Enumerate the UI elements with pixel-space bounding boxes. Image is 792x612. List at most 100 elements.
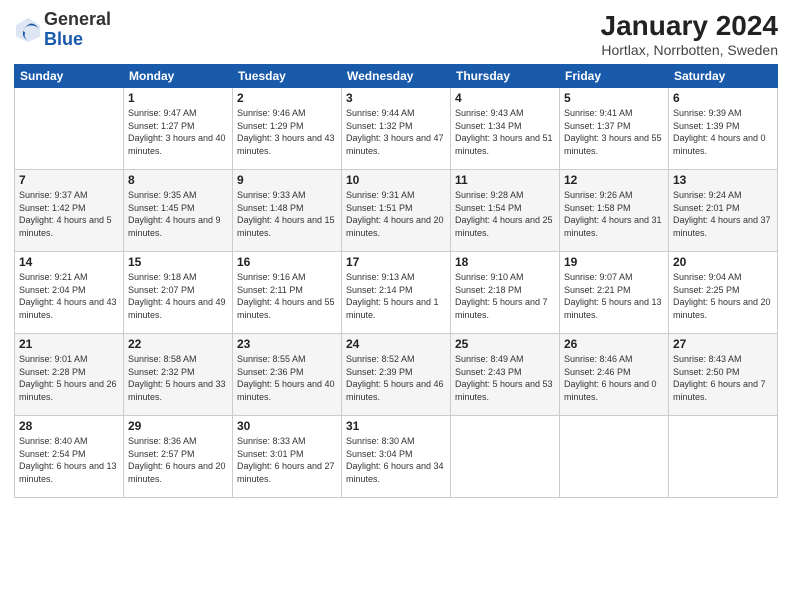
day-info: Sunrise: 9:43 AM Sunset: 1:34 PM Dayligh… (455, 107, 555, 157)
calendar-cell: 14 Sunrise: 9:21 AM Sunset: 2:04 PM Dayli… (15, 252, 124, 334)
header-monday: Monday (124, 65, 233, 88)
calendar-cell (451, 416, 560, 498)
calendar-cell: 3 Sunrise: 9:44 AM Sunset: 1:32 PM Daylig… (342, 88, 451, 170)
day-number: 3 (346, 91, 446, 105)
day-info: Sunrise: 8:33 AM Sunset: 3:01 PM Dayligh… (237, 435, 337, 485)
day-number: 4 (455, 91, 555, 105)
calendar-cell: 8 Sunrise: 9:35 AM Sunset: 1:45 PM Daylig… (124, 170, 233, 252)
calendar-cell: 20 Sunrise: 9:04 AM Sunset: 2:25 PM Dayli… (669, 252, 778, 334)
day-number: 6 (673, 91, 773, 105)
day-number: 24 (346, 337, 446, 351)
logo-text: General Blue (44, 10, 111, 50)
day-number: 1 (128, 91, 228, 105)
calendar-cell: 11 Sunrise: 9:28 AM Sunset: 1:54 PM Dayli… (451, 170, 560, 252)
calendar-cell: 18Sunrise: 9:10 AM Sunset: 2:18 PM Dayli… (451, 252, 560, 334)
calendar-cell: 12Sunrise: 9:26 AM Sunset: 1:58 PM Dayli… (560, 170, 669, 252)
day-number: 14 (19, 255, 119, 269)
header-wednesday: Wednesday (342, 65, 451, 88)
day-info: Sunrise: 9:01 AM Sunset: 2:28 PM Dayligh… (19, 353, 119, 403)
calendar-cell: 27 Sunrise: 8:43 AM Sunset: 2:50 PM Dayli… (669, 334, 778, 416)
day-number: 9 (237, 173, 337, 187)
logo-icon (14, 16, 42, 44)
day-info: Sunrise: 9:07 AM Sunset: 2:21 PM Dayligh… (564, 271, 664, 321)
day-number: 27 (673, 337, 773, 351)
day-info: Sunrise: 8:52 AM Sunset: 2:39 PM Dayligh… (346, 353, 446, 403)
calendar-cell: 25Sunrise: 8:49 AM Sunset: 2:43 PM Dayli… (451, 334, 560, 416)
calendar-cell: 10Sunrise: 9:31 AM Sunset: 1:51 PM Dayli… (342, 170, 451, 252)
day-info: Sunrise: 9:16 AM Sunset: 2:11 PM Dayligh… (237, 271, 337, 321)
calendar-cell: 21Sunrise: 9:01 AM Sunset: 2:28 PM Dayli… (15, 334, 124, 416)
logo-blue: Blue (44, 30, 111, 50)
week-row-4: 21Sunrise: 9:01 AM Sunset: 2:28 PM Dayli… (15, 334, 778, 416)
header: General Blue January 2024 Hortlax, Norrb… (14, 10, 778, 58)
calendar-cell: 9Sunrise: 9:33 AM Sunset: 1:48 PM Daylig… (233, 170, 342, 252)
calendar-cell (15, 88, 124, 170)
day-info: Sunrise: 9:24 AM Sunset: 2:01 PM Dayligh… (673, 189, 773, 239)
day-number: 16 (237, 255, 337, 269)
day-number: 31 (346, 419, 446, 433)
day-number: 10 (346, 173, 446, 187)
calendar-cell: 6 Sunrise: 9:39 AM Sunset: 1:39 PM Daylig… (669, 88, 778, 170)
day-number: 29 (128, 419, 228, 433)
calendar-cell: 29 Sunrise: 8:36 AM Sunset: 2:57 PM Dayli… (124, 416, 233, 498)
week-row-5: 28 Sunrise: 8:40 AM Sunset: 2:54 PM Dayli… (15, 416, 778, 498)
calendar-cell (669, 416, 778, 498)
day-number: 17 (346, 255, 446, 269)
calendar-cell: 23 Sunrise: 8:55 AM Sunset: 2:36 PM Dayli… (233, 334, 342, 416)
day-info: Sunrise: 8:36 AM Sunset: 2:57 PM Dayligh… (128, 435, 228, 485)
day-info: Sunrise: 9:37 AM Sunset: 1:42 PM Dayligh… (19, 189, 119, 239)
day-number: 20 (673, 255, 773, 269)
calendar-cell (560, 416, 669, 498)
day-number: 23 (237, 337, 337, 351)
day-number: 8 (128, 173, 228, 187)
day-info: Sunrise: 8:43 AM Sunset: 2:50 PM Dayligh… (673, 353, 773, 403)
day-number: 7 (19, 173, 119, 187)
day-info: Sunrise: 9:28 AM Sunset: 1:54 PM Dayligh… (455, 189, 555, 239)
calendar-cell: 1 Sunrise: 9:47 AM Sunset: 1:27 PM Daylig… (124, 88, 233, 170)
calendar-table: Sunday Monday Tuesday Wednesday Thursday… (14, 64, 778, 498)
day-info: Sunrise: 8:55 AM Sunset: 2:36 PM Dayligh… (237, 353, 337, 403)
calendar-cell: 26Sunrise: 8:46 AM Sunset: 2:46 PM Dayli… (560, 334, 669, 416)
day-info: Sunrise: 9:47 AM Sunset: 1:27 PM Dayligh… (128, 107, 228, 157)
header-sunday: Sunday (15, 65, 124, 88)
day-number: 30 (237, 419, 337, 433)
day-info: Sunrise: 8:30 AM Sunset: 3:04 PM Dayligh… (346, 435, 446, 485)
day-info: Sunrise: 9:18 AM Sunset: 2:07 PM Dayligh… (128, 271, 228, 321)
calendar-cell: 31 Sunrise: 8:30 AM Sunset: 3:04 PM Dayli… (342, 416, 451, 498)
day-info: Sunrise: 8:46 AM Sunset: 2:46 PM Dayligh… (564, 353, 664, 403)
logo: General Blue (14, 10, 111, 50)
day-number: 11 (455, 173, 555, 187)
calendar-cell: 19Sunrise: 9:07 AM Sunset: 2:21 PM Dayli… (560, 252, 669, 334)
logo-general: General (44, 10, 111, 30)
day-number: 2 (237, 91, 337, 105)
day-info: Sunrise: 9:13 AM Sunset: 2:14 PM Dayligh… (346, 271, 446, 321)
day-info: Sunrise: 9:26 AM Sunset: 1:58 PM Dayligh… (564, 189, 664, 239)
header-thursday: Thursday (451, 65, 560, 88)
calendar-cell: 24 Sunrise: 8:52 AM Sunset: 2:39 PM Dayli… (342, 334, 451, 416)
day-number: 13 (673, 173, 773, 187)
calendar-cell: 22Sunrise: 8:58 AM Sunset: 2:32 PM Dayli… (124, 334, 233, 416)
header-friday: Friday (560, 65, 669, 88)
day-number: 22 (128, 337, 228, 351)
day-info: Sunrise: 9:21 AM Sunset: 2:04 PM Dayligh… (19, 271, 119, 321)
day-info: Sunrise: 9:41 AM Sunset: 1:37 PM Dayligh… (564, 107, 664, 157)
week-row-3: 14 Sunrise: 9:21 AM Sunset: 2:04 PM Dayli… (15, 252, 778, 334)
day-info: Sunrise: 8:49 AM Sunset: 2:43 PM Dayligh… (455, 353, 555, 403)
day-info: Sunrise: 9:39 AM Sunset: 1:39 PM Dayligh… (673, 107, 773, 157)
location-subtitle: Hortlax, Norrbotten, Sweden (601, 42, 778, 58)
calendar-cell: 17 Sunrise: 9:13 AM Sunset: 2:14 PM Dayli… (342, 252, 451, 334)
main-container: General Blue January 2024 Hortlax, Norrb… (0, 0, 792, 612)
day-info: Sunrise: 8:40 AM Sunset: 2:54 PM Dayligh… (19, 435, 119, 485)
day-info: Sunrise: 9:44 AM Sunset: 1:32 PM Dayligh… (346, 107, 446, 157)
day-number: 18 (455, 255, 555, 269)
calendar-cell: 7 Sunrise: 9:37 AM Sunset: 1:42 PM Daylig… (15, 170, 124, 252)
header-tuesday: Tuesday (233, 65, 342, 88)
day-info: Sunrise: 9:35 AM Sunset: 1:45 PM Dayligh… (128, 189, 228, 239)
day-number: 28 (19, 419, 119, 433)
calendar-cell: 16 Sunrise: 9:16 AM Sunset: 2:11 PM Dayli… (233, 252, 342, 334)
calendar-cell: 13 Sunrise: 9:24 AM Sunset: 2:01 PM Dayli… (669, 170, 778, 252)
day-info: Sunrise: 9:04 AM Sunset: 2:25 PM Dayligh… (673, 271, 773, 321)
week-row-1: 1 Sunrise: 9:47 AM Sunset: 1:27 PM Daylig… (15, 88, 778, 170)
calendar-cell: 2Sunrise: 9:46 AM Sunset: 1:29 PM Daylig… (233, 88, 342, 170)
calendar-cell: 30 Sunrise: 8:33 AM Sunset: 3:01 PM Dayli… (233, 416, 342, 498)
